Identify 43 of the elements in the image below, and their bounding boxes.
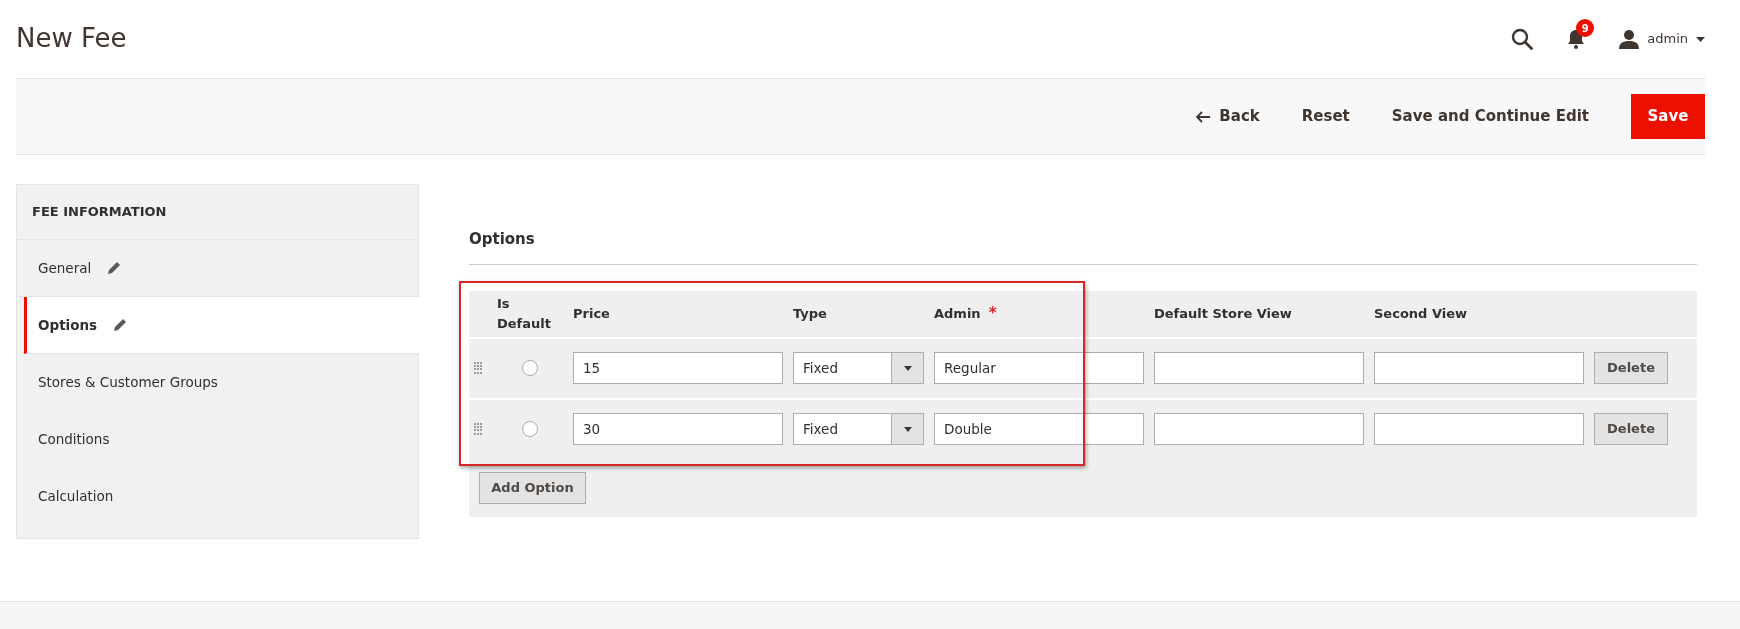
arrow-left-icon [1196, 110, 1212, 123]
action-button[interactable]: Save and Continue Edit [1391, 97, 1589, 136]
add-option-button[interactable]: Add Option [479, 471, 586, 504]
sidebar-tab[interactable]: Options [24, 297, 419, 354]
store-view-field[interactable] [1154, 413, 1364, 445]
drag-handle-icon[interactable] [474, 423, 482, 435]
caret-icon [903, 365, 912, 371]
search-icon[interactable] [1511, 28, 1534, 50]
caret-icon [1696, 36, 1705, 42]
sidebar-title: FEE INFORMATION [32, 203, 167, 222]
price-field[interactable]: 15 [573, 352, 783, 384]
user-menu[interactable]: admin [1619, 21, 1705, 57]
second-view-field[interactable] [1374, 413, 1584, 445]
column-header: Is Default [497, 295, 552, 333]
back-button[interactable]: Back [1196, 97, 1260, 136]
column-header: Type [793, 304, 827, 323]
delete-button[interactable]: Delete [1594, 352, 1668, 384]
sidebar-tab[interactable]: Stores & Customer Groups [17, 354, 418, 411]
user-icon [1619, 29, 1640, 49]
notification-count: 9 [1576, 19, 1595, 37]
type-select[interactable]: Fixed [793, 413, 924, 445]
default-radio[interactable] [522, 421, 538, 437]
price-field[interactable]: 30 [573, 413, 783, 445]
sidebar-tab[interactable]: Conditions [17, 411, 418, 468]
second-view-field[interactable] [1374, 352, 1584, 384]
caret-icon [903, 426, 912, 432]
column-header: Admin [934, 304, 981, 323]
column-header: Second View [1374, 304, 1468, 323]
drag-handle-icon[interactable] [474, 362, 482, 374]
page-title: New Fee [16, 23, 127, 55]
save-button[interactable]: Save [1631, 94, 1705, 139]
type-select[interactable]: Fixed [793, 352, 924, 384]
admin-field[interactable]: Double [934, 413, 1144, 445]
column-header: Price [573, 304, 610, 323]
section-title: Options [469, 230, 535, 248]
sidebar-tab[interactable]: Calculation [17, 468, 418, 525]
store-view-field[interactable] [1154, 352, 1364, 384]
default-radio[interactable] [522, 360, 538, 376]
delete-button[interactable]: Delete [1594, 413, 1668, 445]
action-button[interactable]: Reset [1301, 97, 1350, 136]
column-header: Default Store View [1154, 304, 1292, 323]
required-mark: * [988, 303, 997, 325]
admin-field[interactable]: Regular [934, 352, 1144, 384]
